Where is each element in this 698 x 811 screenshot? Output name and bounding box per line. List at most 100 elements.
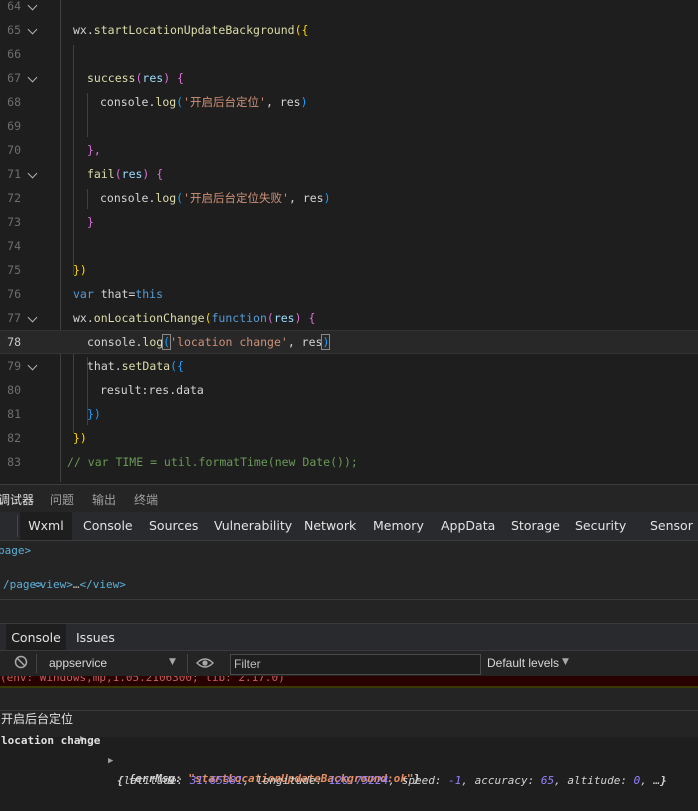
code-text: }) (87, 402, 101, 426)
code-line[interactable]: 78 console.log('location change', res) (0, 330, 698, 354)
tab-issues[interactable]: Issues (76, 630, 115, 645)
log-row: 开启后台定位 ▶ {errMsg: "startLocationUpdateBa… (0, 689, 698, 785)
clear-console-icon[interactable] (14, 655, 28, 672)
tab-network[interactable]: Network (304, 518, 356, 533)
code-line[interactable]: 69 (0, 114, 698, 138)
code-token: wx. (73, 311, 94, 325)
code-token: , res (287, 335, 323, 349)
tab-problems[interactable]: 问题 (50, 491, 74, 508)
code-token: console. (87, 335, 143, 349)
fold-chevron-icon[interactable] (27, 168, 38, 179)
line-number: 80 (7, 383, 21, 397)
tab-console[interactable]: Console (83, 518, 133, 533)
code-token: }, (87, 143, 101, 157)
code-token: res (121, 167, 143, 181)
code-line[interactable]: 80 result:res.data (0, 378, 698, 402)
code-token: ( (266, 311, 274, 325)
code-text: wx.startLocationUpdateBackground({ (73, 18, 308, 42)
panel-splitter[interactable] (0, 599, 698, 623)
code-line[interactable]: 67 success(res) { (0, 66, 698, 90)
line-number: 69 (7, 119, 21, 133)
fold-chevron-icon[interactable] (27, 0, 38, 11)
code-token: log (142, 335, 164, 349)
code-token: ({ (170, 359, 184, 373)
code-token: log (155, 191, 177, 205)
row-separator (0, 686, 698, 688)
toolbar-divider (187, 654, 188, 673)
code-token: result:res.data (100, 383, 204, 397)
fold-chevron-icon[interactable] (27, 24, 38, 35)
code-line[interactable]: 75}) (0, 258, 698, 282)
code-line[interactable]: 76 var that=this (0, 282, 698, 306)
tab-console-drawer[interactable]: Console (6, 624, 66, 651)
code-line[interactable]: 74 (0, 234, 698, 258)
levels-dropdown-icon[interactable]: ▼ (562, 657, 569, 667)
code-token: ) (321, 334, 331, 350)
code-text: var that=this (73, 282, 163, 306)
code-token: that. (87, 359, 122, 373)
log-label: location change (1, 734, 101, 747)
tab-sensor[interactable]: Sensor (650, 518, 693, 533)
code-token: }) (87, 407, 101, 421)
code-token: }) (73, 263, 87, 277)
log-levels-selector[interactable]: Default levels (487, 656, 559, 670)
code-token: { (149, 167, 164, 181)
tab-security[interactable]: Security (575, 518, 626, 533)
code-token: that= (100, 287, 136, 301)
code-token: }) (73, 431, 87, 445)
tab-storage[interactable]: Storage (511, 518, 560, 533)
code-token: ) (294, 311, 302, 325)
code-line[interactable]: 83 // var TIME = util.formatTime(new Date… (0, 450, 698, 474)
code-token: startLocationUpdateBackground (93, 23, 295, 37)
line-number: 76 (7, 287, 21, 301)
tag-text: /page> (3, 578, 43, 591)
fold-chevron-icon[interactable] (27, 312, 38, 323)
context-selector[interactable]: appservice (49, 656, 107, 670)
tab-output[interactable]: 输出 (92, 491, 116, 508)
code-token: ( (204, 311, 212, 325)
code-token: wx. (73, 23, 94, 37)
code-line[interactable]: 81}) (0, 402, 698, 426)
code-token: console. (100, 191, 156, 205)
fold-chevron-icon[interactable] (27, 72, 38, 83)
wxml-node-page-open[interactable]: page> (0, 542, 31, 559)
code-line[interactable]: 82}) (0, 426, 698, 450)
toolbar-divider (36, 654, 37, 673)
tab-wxml[interactable]: Wxml (20, 512, 72, 540)
code-line[interactable]: 79 that.setData({ (0, 354, 698, 378)
code-text: }) (73, 258, 87, 282)
expand-triangle-icon[interactable]: ▶ (108, 751, 113, 771)
speed-value: -1 (448, 774, 462, 787)
code-token: fail (87, 167, 115, 181)
tab-vulnerability[interactable]: Vulnerability (214, 518, 292, 533)
code-line[interactable]: 66 (0, 42, 698, 66)
code-line[interactable]: 65 wx.startLocationUpdateBackground({ (0, 18, 698, 42)
tab-appdata[interactable]: AppData (441, 518, 495, 533)
code-line[interactable]: 72 console.log('开启后台定位失败', res) (0, 186, 698, 210)
code-editor[interactable]: 64 65 wx.startLocationUpdateBackground({66… (0, 0, 698, 482)
console-drawer-tabs: Console Issues (0, 623, 698, 651)
code-text: fail(res) { (87, 162, 163, 186)
tab-terminal[interactable]: 终端 (134, 491, 158, 508)
eye-icon[interactable] (196, 656, 214, 673)
code-token: this (135, 287, 164, 301)
tab-debugger[interactable]: 调试器 (0, 491, 34, 508)
context-dropdown-icon[interactable]: ▼ (169, 657, 176, 667)
accuracy-value: 65 (540, 774, 555, 787)
wxml-node-page-close[interactable]: /page> (3, 576, 43, 593)
code-token: onLocationChange (93, 311, 205, 325)
code-token: function (211, 311, 267, 325)
code-line[interactable]: 70}, (0, 138, 698, 162)
code-line[interactable]: 68 console.log('开启后台定位', res) (0, 90, 698, 114)
code-line[interactable]: 73} (0, 210, 698, 234)
line-number: 73 (7, 215, 21, 229)
fold-chevron-icon[interactable] (27, 360, 38, 371)
tab-sources[interactable]: Sources (149, 518, 198, 533)
tab-memory[interactable]: Memory (373, 518, 424, 533)
code-text: console.log('开启后台定位', res) (100, 90, 308, 114)
code-line[interactable]: 77 wx.onLocationChange(function(res) { (0, 306, 698, 330)
code-line[interactable]: 71 fail(res) { (0, 162, 698, 186)
filter-input[interactable]: Filter (230, 654, 481, 675)
code-line[interactable]: 64 (0, 0, 698, 18)
log-object[interactable]: {latitude: 31.65381, longitude: 120.7522… (117, 771, 667, 791)
